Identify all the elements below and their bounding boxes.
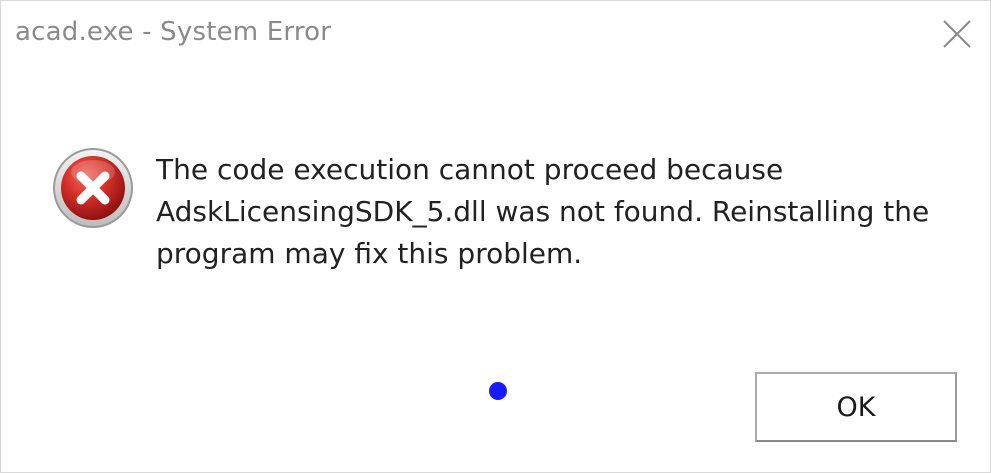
close-icon: [943, 20, 971, 48]
ok-button[interactable]: OK: [755, 372, 957, 442]
close-button[interactable]: [934, 11, 980, 57]
error-icon: [51, 146, 135, 230]
title-bar: acad.exe - System Error: [1, 1, 990, 73]
message-line: program may fix this problem.: [156, 237, 583, 270]
message-line: The code execution cannot proceed becaus…: [156, 153, 784, 186]
error-message: The code execution cannot proceed becaus…: [156, 149, 936, 275]
cursor-indicator: [489, 382, 507, 400]
window-title: acad.exe - System Error: [15, 17, 332, 47]
message-line: AdskLicensingSDK_5.dll was not found. Re…: [156, 195, 930, 228]
system-error-dialog: acad.exe - System Error The code executi…: [0, 0, 991, 473]
